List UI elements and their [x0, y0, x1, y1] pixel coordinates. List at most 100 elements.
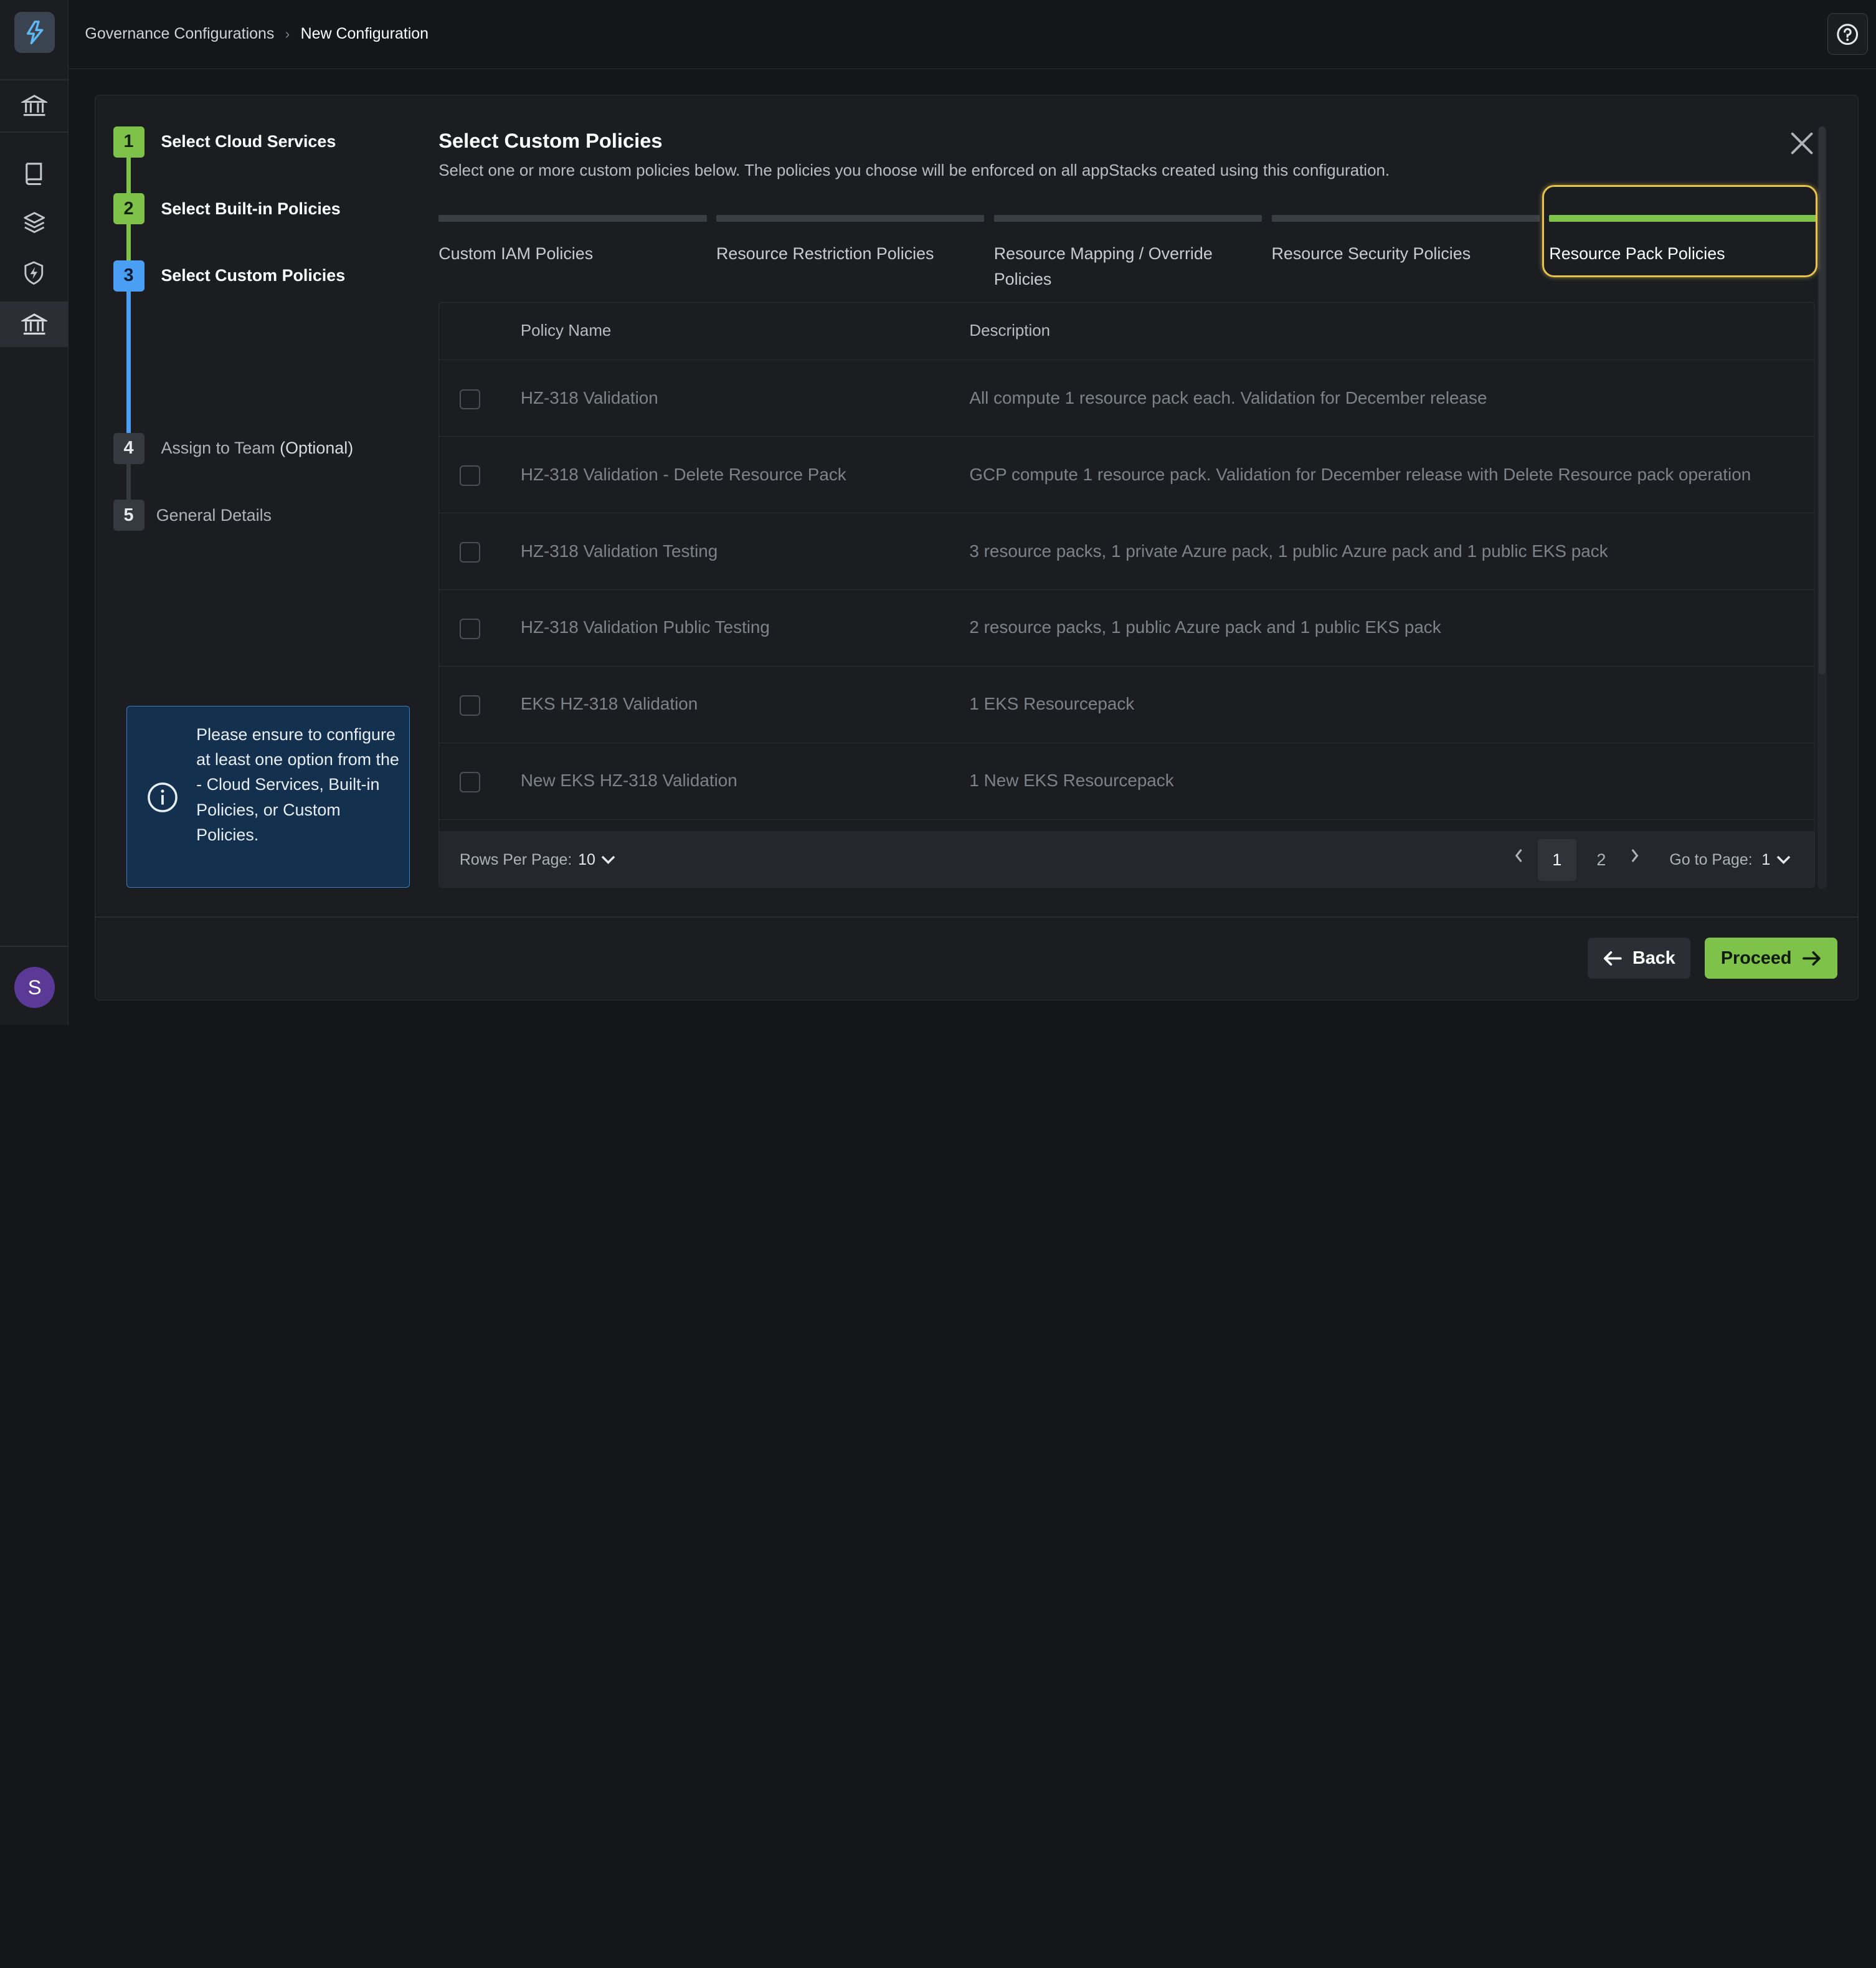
step-number: 1 [113, 126, 144, 158]
step-label: Select Cloud Services [161, 132, 336, 151]
table-row[interactable]: HZ-318 Validation Public Testing 2 resou… [439, 590, 1814, 667]
back-button[interactable]: Back [1587, 938, 1690, 979]
row-checkbox[interactable] [459, 542, 480, 563]
chevron-left-icon[interactable] [1513, 847, 1525, 864]
table-header: Policy Name Description [439, 303, 1814, 361]
step-number: 5 [113, 500, 144, 531]
policy-name: HZ-318 Validation - Delete Resource Pack [520, 464, 846, 484]
step-connector [126, 291, 131, 433]
tab-indicator [993, 214, 1263, 222]
rows-per-page-select[interactable]: 10 [578, 851, 615, 869]
step-number: 2 [113, 193, 144, 225]
column-header-description[interactable]: Description [969, 322, 1050, 340]
footer-divider [95, 916, 1858, 918]
bank-icon[interactable] [0, 302, 69, 348]
chevron-right-icon[interactable] [1629, 847, 1641, 864]
scrollbar-thumb[interactable] [1818, 126, 1826, 675]
step-3[interactable]: 3 Select Custom Policies [113, 260, 345, 292]
shield-bolt-icon[interactable] [0, 250, 69, 296]
tab-resource-restriction-policies[interactable]: Resource Restriction Policies [716, 214, 985, 267]
page-title: Select Custom Policies [438, 128, 663, 152]
policy-name: HZ-318 Validation Testing [520, 541, 718, 561]
step-optional-tag: (Optional) [280, 439, 354, 458]
configuration-card: 1 Select Cloud Services 2 Select Built-i… [94, 94, 1859, 1001]
table-row[interactable]: HZ-318 Validation - Delete Resource Pack… [439, 437, 1814, 514]
step-2[interactable]: 2 Select Built-in Policies [113, 193, 341, 225]
tab-indicator [716, 214, 985, 222]
chevron-down-icon [1776, 855, 1791, 864]
info-icon [148, 782, 178, 812]
tab-custom-iam-policies[interactable]: Custom IAM Policies [438, 214, 707, 267]
tab-label: Resource Security Policies [1271, 244, 1471, 264]
policies-table: Policy Name Description HZ-318 Validatio… [438, 302, 1815, 888]
tab-indicator [438, 214, 707, 222]
row-checkbox[interactable] [459, 772, 480, 792]
rows-per-page-label: Rows Per Page: [459, 851, 572, 869]
policy-description: 1 New EKS Resourcepack [969, 771, 1174, 791]
row-checkbox[interactable] [459, 389, 480, 410]
tab-label: Resource Mapping / Override Policies [993, 244, 1213, 288]
policy-description: 3 resource packs, 1 private Azure pack, … [969, 541, 1608, 561]
table-row[interactable]: EKS HZ-318 Validation 1 EKS Resourcepack [439, 667, 1814, 744]
top-bar: Governance Configurations › New Configur… [69, 0, 1876, 70]
policy-description: 2 resource packs, 1 public Azure pack an… [969, 617, 1441, 637]
breadcrumb-separator: › [285, 26, 290, 42]
policy-description: 1 EKS Resourcepack [969, 694, 1135, 714]
help-button[interactable] [1827, 13, 1869, 55]
policy-description: GCP compute 1 resource pack. Validation … [969, 464, 1751, 484]
step-label-text: Assign to Team [161, 439, 275, 458]
step-number: 3 [113, 260, 144, 292]
tab-label: Resource Restriction Policies [716, 244, 934, 264]
step-label: General Details [156, 505, 272, 525]
step-connector [126, 157, 131, 194]
policy-name: HZ-318 Validation Public Testing [520, 617, 770, 637]
avatar[interactable]: S [14, 967, 55, 1008]
proceed-button-label: Proceed [1720, 948, 1792, 968]
info-text: Please ensure to configure at least one … [196, 725, 399, 845]
help-icon [1837, 23, 1859, 45]
policy-name: HZ-318 Validation [520, 387, 658, 407]
page-button-2[interactable]: 2 [1582, 839, 1620, 881]
step-label: Assign to Team (Optional) [161, 439, 353, 458]
page-subtitle: Select one or more custom policies below… [438, 162, 1390, 180]
column-header-policy-name[interactable]: Policy Name [521, 322, 612, 340]
breadcrumb-parent[interactable]: Governance Configurations [85, 25, 274, 43]
table-row[interactable]: HZ-318 Validation Testing 3 resource pac… [439, 513, 1814, 591]
rows-per-page-value: 10 [578, 851, 595, 869]
policy-name: EKS HZ-318 Validation [520, 694, 698, 714]
go-to-page-select[interactable]: 1 [1761, 851, 1791, 869]
vertical-scrollbar[interactable] [1817, 126, 1827, 889]
breadcrumb: Governance Configurations › New Configur… [85, 25, 429, 43]
step-1[interactable]: 1 Select Cloud Services [113, 126, 336, 158]
back-button-label: Back [1632, 948, 1675, 968]
row-checkbox[interactable] [459, 619, 480, 640]
tab-resource-mapping-override-policies[interactable]: Resource Mapping / Override Policies [993, 214, 1263, 292]
tab-resource-security-policies[interactable]: Resource Security Policies [1271, 214, 1540, 267]
rail-divider [0, 78, 69, 80]
tab-label: Custom IAM Policies [438, 244, 594, 264]
policy-name: New EKS HZ-318 Validation [520, 771, 737, 791]
arrow-right-icon [1802, 951, 1821, 966]
step-label: Select Built-in Policies [161, 199, 341, 218]
proceed-button[interactable]: Proceed [1705, 938, 1838, 979]
rail-divider [0, 131, 69, 133]
table-pagination: Rows Per Page: 10 1 2 Go to Page: 1 [439, 830, 1814, 887]
bank-icon[interactable] [0, 83, 69, 128]
step-connector [126, 224, 131, 260]
rail-divider [0, 945, 69, 947]
logo-icon[interactable] [14, 12, 55, 53]
page-button-1[interactable]: 1 [1538, 839, 1576, 882]
step-5[interactable]: 5 General Details [113, 500, 272, 531]
table-row[interactable]: New EKS HZ-318 Validation 1 New EKS Reso… [439, 743, 1814, 820]
row-checkbox[interactable] [459, 695, 480, 716]
table-row[interactable]: HZ-318 Validation All compute 1 resource… [439, 360, 1814, 437]
breadcrumb-current: New Configuration [300, 25, 429, 43]
book-icon[interactable] [0, 151, 69, 196]
arrow-left-icon [1603, 951, 1622, 966]
row-checkbox[interactable] [459, 465, 480, 487]
step-4[interactable]: 4 Assign to Team (Optional) [113, 432, 353, 464]
close-icon[interactable] [1789, 130, 1815, 156]
policy-description: All compute 1 resource pack each. Valida… [969, 387, 1487, 407]
tab-focus-ring [1542, 184, 1817, 277]
layers-icon[interactable] [0, 200, 69, 245]
